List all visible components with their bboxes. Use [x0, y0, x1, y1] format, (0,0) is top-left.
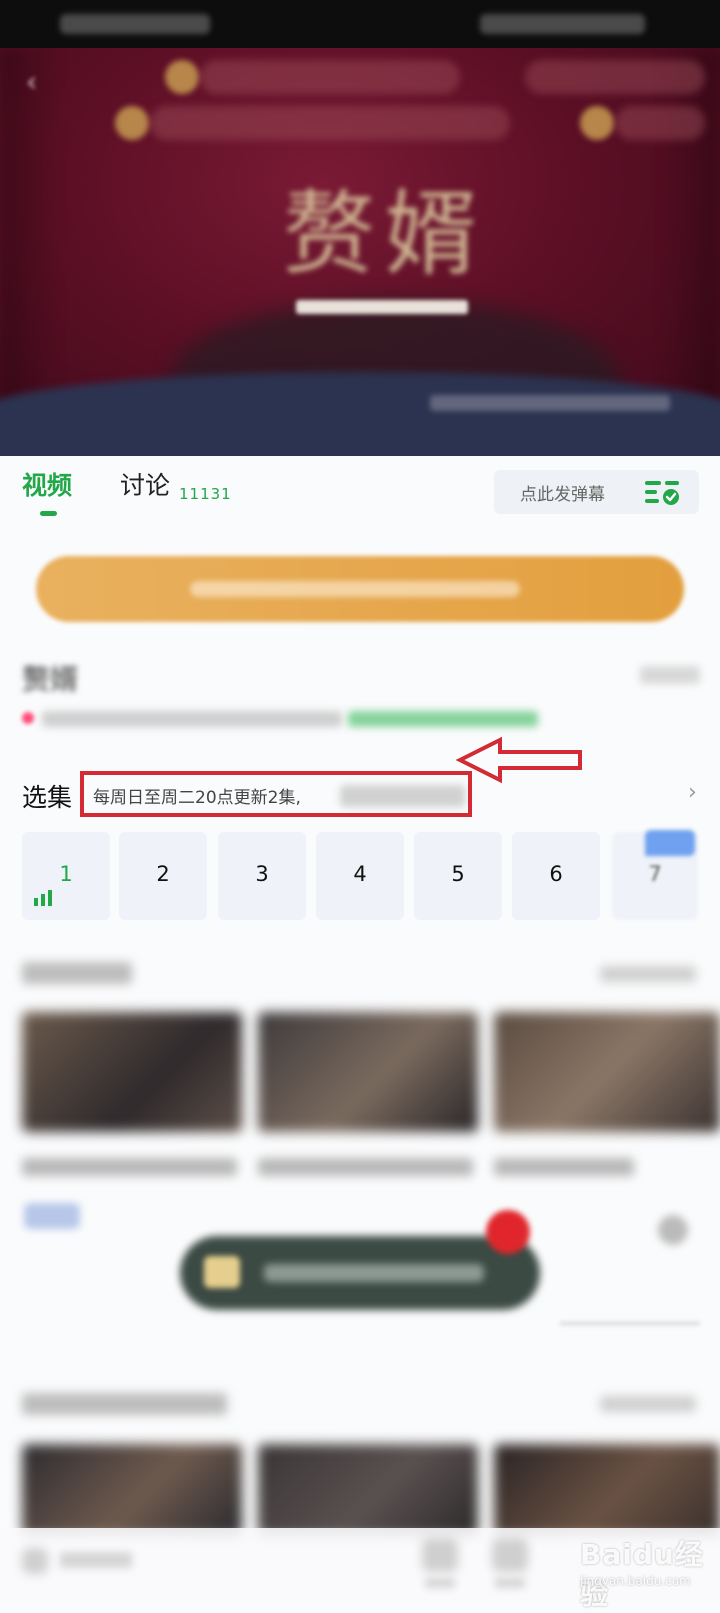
episode-item[interactable]: 4	[316, 832, 404, 920]
episode-item[interactable]: 2	[119, 832, 207, 920]
video-title-art: 赘婿	[282, 181, 487, 288]
share-icon[interactable]	[422, 1538, 458, 1572]
watermark-brand: Baidu经验	[580, 1538, 704, 1611]
tab-active-indicator	[40, 511, 57, 516]
video-thumbnail[interactable]	[494, 1444, 720, 1536]
comment-icon[interactable]	[22, 1548, 48, 1574]
divider	[560, 1322, 700, 1325]
video-frame-wave	[0, 372, 720, 456]
show-intro-link[interactable]	[640, 666, 700, 684]
video-caption	[258, 1158, 473, 1176]
danmaku-bubble	[150, 106, 510, 140]
episode-item[interactable]: 3	[218, 832, 306, 920]
episode-number: 3	[255, 862, 269, 886]
danmaku-input-placeholder: 点此发弹幕	[520, 485, 605, 505]
episode-number: 5	[451, 862, 465, 886]
episode-item[interactable]: 5	[414, 832, 502, 920]
section-more-link[interactable]	[600, 966, 696, 982]
vip-badge	[645, 830, 695, 856]
vip-promo-text	[190, 581, 520, 597]
back-arrow-icon[interactable]: ‹	[26, 68, 54, 96]
episode-selector-title: 选集	[22, 783, 73, 812]
status-bar	[0, 0, 720, 48]
section-title	[22, 1393, 227, 1415]
danmaku-bubble	[615, 106, 705, 140]
episode-number: 4	[353, 862, 367, 886]
more-options-icon[interactable]	[658, 1215, 688, 1245]
comment-input[interactable]	[60, 1552, 132, 1568]
episode-number: 2	[156, 862, 170, 886]
annotation-highlight-box	[80, 771, 472, 817]
section-more-link[interactable]	[600, 1396, 696, 1412]
video-thumbnail[interactable]	[258, 1012, 478, 1132]
show-meta-info	[42, 711, 342, 727]
danmaku-avatar	[165, 60, 199, 94]
watermark-url: jingyan.baidu.com	[580, 1574, 691, 1588]
danmaku-bubble	[525, 60, 705, 94]
video-thumbnail[interactable]	[494, 1012, 720, 1132]
video-thumbnail[interactable]	[22, 1444, 242, 1536]
episode-number: 6	[549, 862, 563, 886]
tab-video[interactable]: 视频	[22, 466, 72, 502]
video-caption	[22, 1158, 237, 1176]
status-bar-right-info	[480, 14, 645, 34]
danmaku-settings-icon[interactable]	[645, 478, 681, 506]
notification-badge	[486, 1210, 530, 1254]
floating-promo-text	[264, 1264, 484, 1282]
section-title	[22, 962, 132, 984]
episode-number: 7	[648, 862, 662, 886]
playing-bars-icon	[34, 890, 52, 906]
tab-discussion[interactable]: 讨论	[120, 466, 170, 502]
show-meta-link[interactable]	[348, 711, 538, 727]
collect-icon[interactable]	[492, 1538, 528, 1572]
episode-item[interactable]: 6	[512, 832, 600, 920]
danmaku-avatar	[580, 106, 614, 140]
title-art-underline	[296, 300, 468, 314]
video-credit-caption	[430, 395, 670, 411]
episode-number: 1	[59, 862, 73, 886]
chevron-right-icon[interactable]: ›	[688, 780, 697, 805]
status-bar-left-info	[60, 14, 210, 34]
annotation-arrow-icon	[456, 736, 582, 784]
danmaku-bubble	[200, 60, 460, 94]
show-title: 赘婿	[22, 663, 79, 696]
video-thumbnail[interactable]	[22, 1012, 242, 1132]
video-player[interactable]: 赘婿 ‹	[0, 0, 720, 456]
heat-dot-icon	[22, 712, 34, 724]
episode-item[interactable]: 1	[22, 832, 110, 920]
video-thumbnail[interactable]	[258, 1444, 478, 1536]
share-label	[425, 1578, 455, 1588]
collect-label	[495, 1578, 525, 1588]
danmaku-avatar	[115, 106, 149, 140]
envelope-icon	[204, 1256, 240, 1288]
tag-chip	[24, 1203, 80, 1229]
discussion-count: 11131	[179, 485, 232, 503]
video-caption	[494, 1158, 634, 1176]
